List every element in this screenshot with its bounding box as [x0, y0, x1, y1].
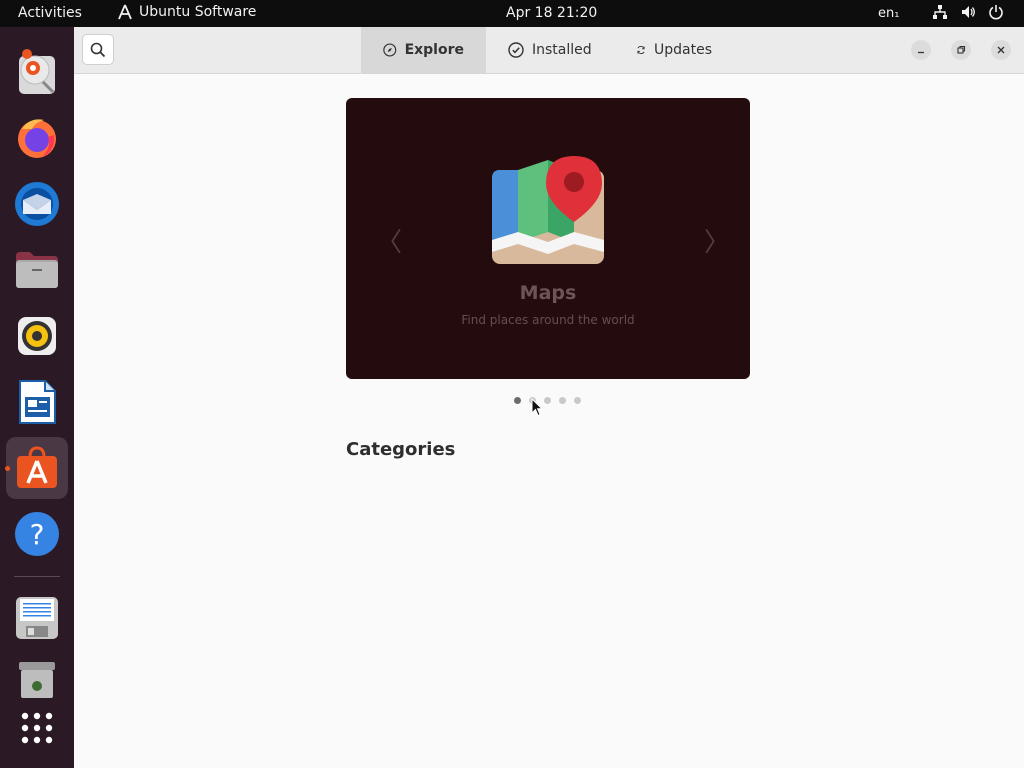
- dock-item-firefox[interactable]: [6, 107, 68, 169]
- app-menu-label: Ubuntu Software: [139, 4, 257, 20]
- dock-item-floppy[interactable]: [6, 587, 68, 649]
- language-indicator[interactable]: en₁: [878, 6, 899, 21]
- firefox-icon: [18, 119, 56, 158]
- check-circle-icon: [508, 42, 524, 58]
- carousel-dot[interactable]: [559, 397, 566, 404]
- tab-explore[interactable]: Explore: [361, 27, 486, 73]
- carousel-dot[interactable]: [574, 397, 581, 404]
- writer-icon: [19, 380, 56, 424]
- system-tray[interactable]: [932, 4, 1004, 20]
- close-icon: [997, 46, 1005, 54]
- carousel-dot[interactable]: [514, 397, 521, 404]
- minimize-icon: [918, 51, 924, 54]
- header-bar: Explore Installed Updates: [74, 27, 1024, 74]
- dock-item-ubuntu-software[interactable]: [5, 437, 68, 499]
- close-button[interactable]: [991, 40, 1011, 60]
- dock-item-writer[interactable]: [6, 371, 68, 433]
- dock-item-rhythmbox[interactable]: [6, 305, 68, 367]
- carousel-dots: [514, 397, 581, 404]
- refresh-icon: [637, 45, 645, 55]
- running-indicator: [5, 466, 10, 471]
- tab-installed[interactable]: Installed: [486, 27, 614, 73]
- tab-installed-label: Installed: [532, 42, 592, 58]
- clock[interactable]: Apr 18 21:20: [506, 5, 597, 21]
- maps-app-icon: [492, 156, 604, 264]
- search-icon: [90, 42, 106, 57]
- tab-updates-label: Updates: [654, 42, 712, 58]
- top-bar: Activities Ubuntu Software Apr 18 21:20 …: [0, 0, 1024, 27]
- categories-heading: Categories: [346, 439, 456, 460]
- network-icon: [933, 5, 947, 19]
- dock-item-mail[interactable]: [6, 173, 68, 235]
- dock-item-show-apps[interactable]: [6, 697, 68, 759]
- software-bag-icon: [17, 446, 57, 488]
- mail-icon: [15, 182, 59, 226]
- help-icon: ?: [15, 512, 59, 556]
- banner-subtitle: Find places around the world: [461, 313, 635, 327]
- thunderbird-icon: [19, 49, 55, 94]
- dock-item-files[interactable]: [6, 239, 68, 301]
- compass-icon: [383, 43, 397, 57]
- folder-icon: [16, 252, 58, 288]
- activities-button[interactable]: Activities: [18, 5, 82, 21]
- featured-banner[interactable]: 〈 〉 Maps Find places around the world: [346, 98, 750, 379]
- dock-item-thunderbird[interactable]: [6, 41, 68, 103]
- power-icon: [989, 5, 1003, 20]
- app-menu[interactable]: Ubuntu Software: [117, 4, 256, 20]
- search-button[interactable]: [82, 34, 114, 65]
- trash-icon: [19, 662, 55, 698]
- carousel-dot[interactable]: [544, 397, 551, 404]
- software-window: Explore Installed Updates 〈 〉 Maps Find …: [74, 27, 1024, 768]
- floppy-icon: [16, 597, 58, 639]
- svg-text:?: ?: [30, 518, 45, 551]
- tab-updates[interactable]: Updates: [614, 27, 734, 73]
- dock-separator: [14, 576, 60, 577]
- dock: ?: [0, 27, 74, 768]
- software-app-icon: [118, 4, 132, 20]
- maximize-button[interactable]: [951, 40, 971, 60]
- banner-title: Maps: [519, 282, 577, 304]
- minimize-button[interactable]: [911, 40, 931, 60]
- restore-icon: [957, 45, 966, 54]
- app-grid-icon: [21, 712, 53, 744]
- tab-explore-label: Explore: [404, 42, 464, 58]
- mouse-cursor-icon: [531, 398, 543, 417]
- dock-item-help[interactable]: ?: [6, 503, 68, 565]
- speaker-icon: [18, 317, 56, 355]
- banner-next-arrow[interactable]: 〉: [704, 222, 730, 259]
- volume-icon: [962, 6, 975, 18]
- banner-prev-arrow[interactable]: 〈: [376, 222, 402, 259]
